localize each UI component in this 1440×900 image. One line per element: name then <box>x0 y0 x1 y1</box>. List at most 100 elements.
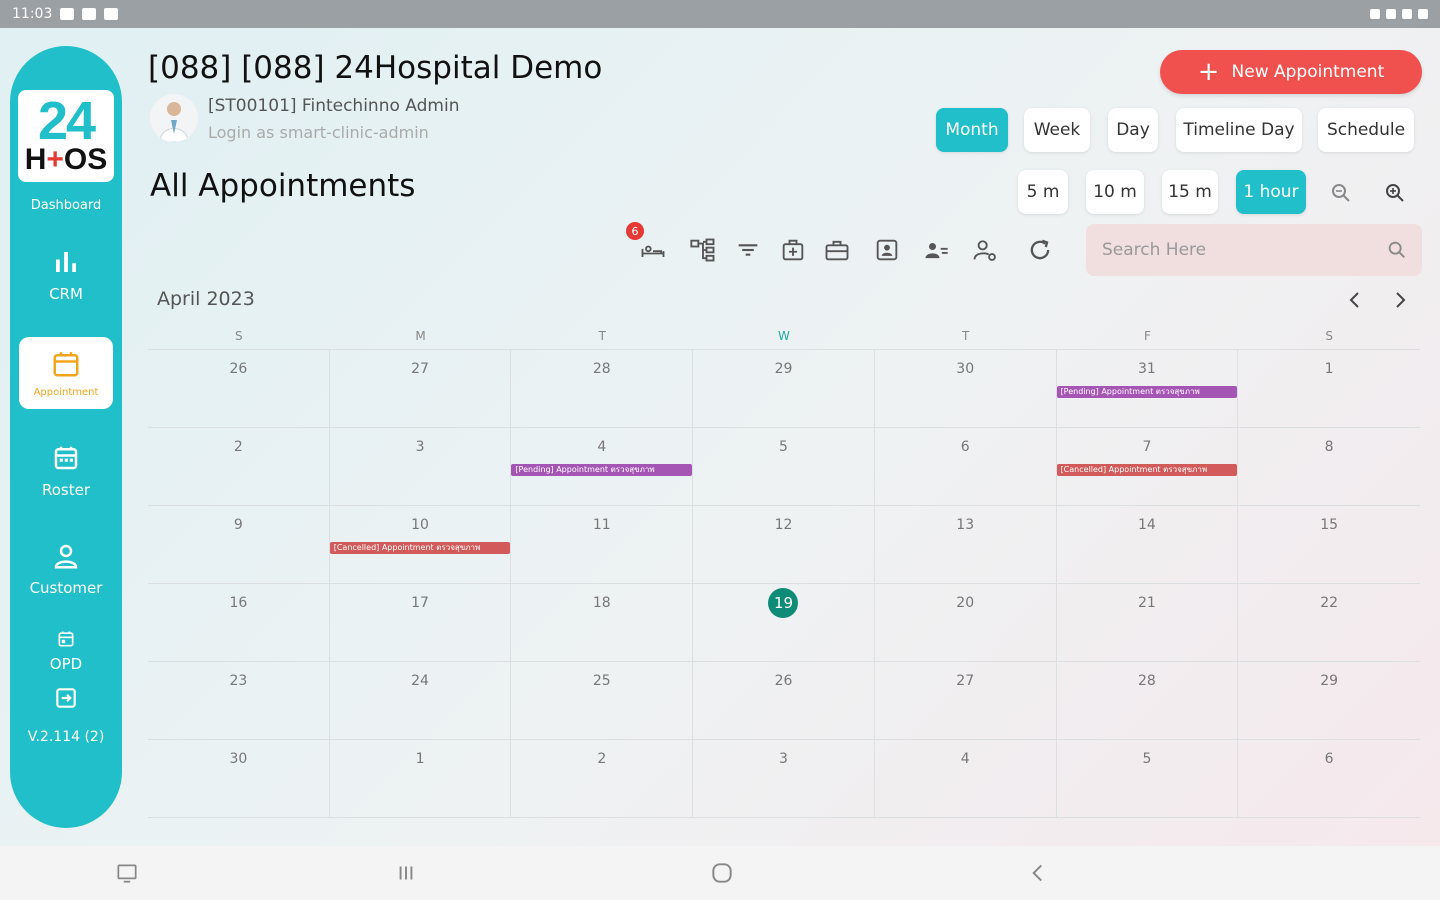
calendar-day-cell[interactable]: 17 <box>330 584 512 661</box>
interval-5m[interactable]: 5 m <box>1018 170 1068 214</box>
date-number: 27 <box>956 673 975 689</box>
date-number: 29 <box>1320 673 1339 689</box>
tab-day[interactable]: Day <box>1108 108 1158 152</box>
calendar-day-cell[interactable]: 12 <box>693 506 875 583</box>
calendar-day-cell[interactable]: 20 <box>875 584 1057 661</box>
sidebar-item-opd[interactable]: OPD <box>50 629 82 673</box>
calendar-day-cell[interactable]: 27 <box>330 350 512 427</box>
sidebar-item-customer[interactable]: Customer <box>19 533 113 605</box>
new-appointment-button[interactable]: + New Appointment <box>1160 50 1422 94</box>
refresh-icon[interactable] <box>1026 236 1054 264</box>
search-icon[interactable] <box>1386 239 1408 261</box>
medical-bag-icon[interactable] <box>779 236 807 264</box>
calendar-day-cell[interactable]: 9 <box>148 506 330 583</box>
logo-text: H+OS <box>24 143 108 176</box>
tab-week[interactable]: Week <box>1024 108 1090 152</box>
tab-schedule[interactable]: Schedule <box>1318 108 1414 152</box>
calendar-day-cell[interactable]: 29 <box>1238 662 1420 739</box>
date-number: 31 <box>1138 361 1156 377</box>
date-number: 3 <box>415 439 425 455</box>
calendar-day-cell[interactable]: 5 <box>693 428 875 505</box>
calendar-day-cell[interactable]: 13 <box>875 506 1057 583</box>
appointment-event[interactable]: [Cancelled] Appointment ตรวจสุขภาพ <box>1056 464 1238 476</box>
zoom-in-icon[interactable] <box>1383 181 1407 205</box>
calendar-day-cell[interactable]: 1 <box>330 740 512 817</box>
contact-card-icon[interactable] <box>873 236 901 264</box>
interval-15m[interactable]: 15 m <box>1162 170 1218 214</box>
appointment-event[interactable]: [Pending] Appointment ตรวจสุขภาพ <box>1056 386 1238 398</box>
calendar-day-cell[interactable]: 3 <box>330 428 512 505</box>
users-group-icon[interactable] <box>922 236 950 264</box>
calendar-day-cell[interactable]: 5 <box>1057 740 1239 817</box>
sidebar-item-crm[interactable]: CRM <box>19 239 113 311</box>
avatar[interactable] <box>150 94 198 142</box>
back-icon[interactable] <box>1025 860 1051 886</box>
logout-icon[interactable] <box>53 685 79 711</box>
user-settings-icon[interactable] <box>971 236 999 264</box>
calendar-day-cell[interactable]: 1 <box>1238 350 1420 427</box>
calendar-day-cell[interactable]: 2 <box>511 740 694 817</box>
app-logo[interactable]: 24 H+OS <box>18 90 114 182</box>
calendar-day-cell[interactable]: 8 <box>1238 428 1420 505</box>
appointment-event[interactable]: [Pending] Appointment ตรวจสุขภาพ <box>511 464 693 476</box>
tab-month[interactable]: Month <box>936 108 1008 152</box>
zoom-out-icon[interactable] <box>1329 181 1353 205</box>
home-icon[interactable] <box>709 860 735 886</box>
mute-icon <box>1370 9 1380 19</box>
calendar-day-cell[interactable]: 29 <box>693 350 875 427</box>
calendar-day-cell[interactable]: 18 <box>511 584 694 661</box>
calendar-day-cell[interactable]: 30 <box>875 350 1057 427</box>
calendar-day-cell[interactable]: 31 [Pending] Appointment ตรวจสุขภาพ <box>1056 350 1239 427</box>
calendar-day-cell[interactable]: 6 <box>875 428 1057 505</box>
tab-timeline-day[interactable]: Timeline Day <box>1176 108 1302 152</box>
calendar-day-cell[interactable]: 30 <box>148 740 330 817</box>
calendar-day-cell[interactable]: 26 <box>693 662 875 739</box>
interval-1hour[interactable]: 1 hour <box>1236 170 1306 214</box>
calendar-day-cell[interactable]: 25 <box>511 662 694 739</box>
chevron-left-icon[interactable] <box>1343 288 1367 312</box>
calendar-day-cell[interactable]: 16 <box>148 584 330 661</box>
sidebar-item-dashboard[interactable]: Dashboard <box>31 198 102 213</box>
screenshot-icon[interactable] <box>114 860 140 886</box>
calendar-day-cell[interactable]: 26 <box>148 350 330 427</box>
calendar-day-cell[interactable]: 28 <box>511 350 694 427</box>
calendar-day-cell[interactable]: 4 [Pending] Appointment ตรวจสุขภาพ <box>511 428 694 505</box>
search-input[interactable] <box>1102 240 1386 260</box>
calendar-day-cell[interactable]: 4 <box>875 740 1057 817</box>
date-number: 17 <box>411 595 429 611</box>
calendar-day-cell[interactable]: 24 <box>330 662 512 739</box>
date-number: 14 <box>1138 517 1156 533</box>
calendar-day-cell[interactable]: 2 <box>148 428 330 505</box>
date-number: 5 <box>779 439 788 455</box>
day-header: S <box>1325 329 1333 343</box>
calendar-day-cell[interactable]: 15 <box>1238 506 1420 583</box>
calendar-day-cell[interactable]: 28 <box>1057 662 1239 739</box>
calendar-day-cell[interactable]: 10 [Cancelled] Appointment ตรวจสุขภาพ <box>329 506 512 583</box>
calendar-day-cell-today[interactable]: 19 <box>693 584 875 661</box>
calendar-day-cell[interactable]: 14 <box>1057 506 1239 583</box>
chevron-right-icon[interactable] <box>1388 288 1412 312</box>
calendar-day-cell[interactable]: 22 <box>1238 584 1420 661</box>
interval-10m[interactable]: 10 m <box>1086 170 1144 214</box>
org-tree-icon[interactable] <box>689 236 717 264</box>
bed-queue-icon[interactable] <box>639 236 667 264</box>
calendar-day-cell[interactable]: 23 <box>148 662 330 739</box>
calendar-day-cell[interactable]: 11 <box>511 506 694 583</box>
calendar-day-cell[interactable]: 27 <box>875 662 1057 739</box>
briefcase-icon[interactable] <box>823 236 851 264</box>
calendar-day-cell[interactable]: 3 <box>693 740 875 817</box>
filter-icon[interactable] <box>734 236 762 264</box>
calendar-day-cell[interactable]: 7 [Cancelled] Appointment ตรวจสุขภาพ <box>1056 428 1239 505</box>
appointment-event[interactable]: [Cancelled] Appointment ตรวจสุขภาพ <box>329 542 511 554</box>
recent-apps-icon[interactable] <box>393 860 419 886</box>
calendar-day-cell[interactable]: 21 <box>1057 584 1239 661</box>
day-header: S <box>235 329 243 343</box>
sidebar-item-roster[interactable]: Roster <box>19 435 113 507</box>
today-date: 19 <box>693 588 874 622</box>
search-box[interactable] <box>1086 224 1422 276</box>
sidebar-item-appointment[interactable]: Appointment <box>19 337 113 409</box>
date-number: 18 <box>592 595 611 611</box>
calendar-day-cell[interactable]: 6 <box>1238 740 1420 817</box>
date-number: 29 <box>774 361 793 377</box>
date-number: 9 <box>233 517 243 533</box>
